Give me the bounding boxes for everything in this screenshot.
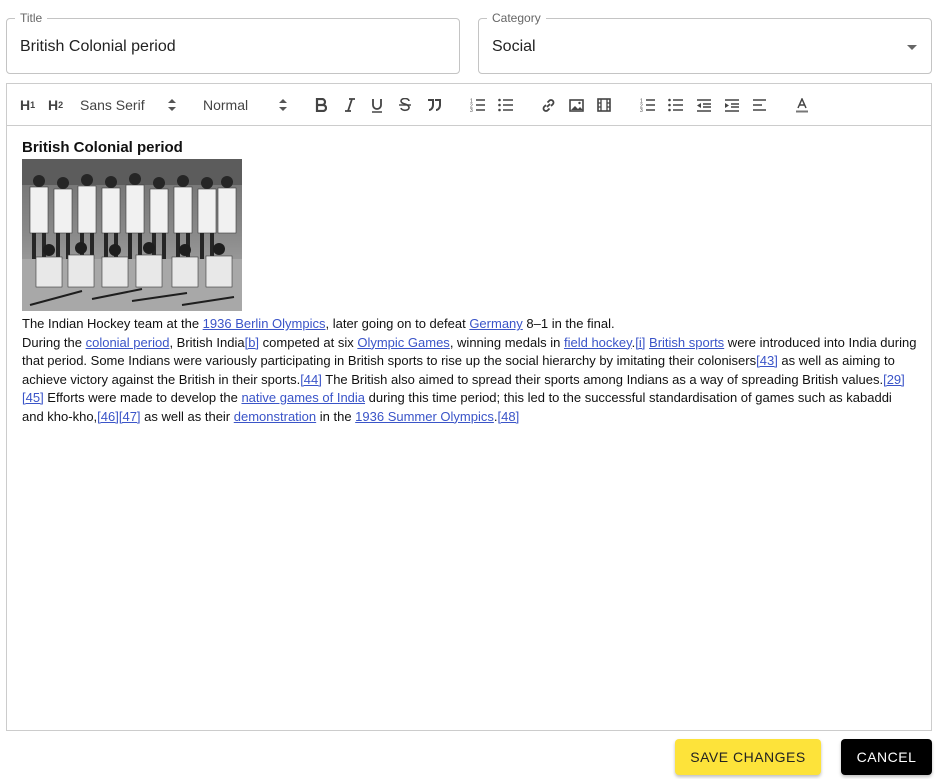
ref-46[interactable]: [46] bbox=[97, 409, 119, 424]
outdent-icon[interactable] bbox=[695, 95, 711, 115]
heading2-button[interactable]: H2 bbox=[48, 95, 63, 115]
link-1936-summer-olympics[interactable]: 1936 Summer Olympics bbox=[355, 409, 494, 424]
link-germany[interactable]: Germany bbox=[469, 316, 522, 331]
title-input[interactable]: British Colonial period bbox=[20, 38, 176, 56]
align-left-icon[interactable] bbox=[751, 95, 767, 115]
rich-text-editor[interactable]: H1 H2 Sans Serif Normal 123 1 2 3 Britis… bbox=[6, 83, 932, 731]
link-1936-berlin-olympics[interactable]: 1936 Berlin Olympics bbox=[203, 316, 326, 331]
category-label: Category bbox=[487, 11, 546, 25]
ref-47[interactable]: [47] bbox=[119, 409, 141, 424]
ref-45[interactable]: [45] bbox=[22, 390, 44, 405]
heading1-button[interactable]: H1 bbox=[20, 95, 35, 115]
hockey-team-photo bbox=[22, 159, 242, 311]
ref-44[interactable]: [44] bbox=[300, 372, 322, 387]
ref-b[interactable]: [b] bbox=[245, 335, 259, 350]
ref-29[interactable]: [29] bbox=[883, 372, 905, 387]
image-icon[interactable] bbox=[568, 95, 584, 115]
chevron-down-icon[interactable] bbox=[907, 45, 917, 50]
bullet-list-icon[interactable] bbox=[497, 95, 513, 115]
image-caption: The Indian Hockey team at the 1936 Berli… bbox=[22, 316, 615, 331]
body-paragraph: During the colonial period, British Indi… bbox=[22, 334, 917, 424]
link-field-hockey[interactable]: field hockey bbox=[564, 335, 632, 350]
italic-icon[interactable] bbox=[343, 95, 357, 115]
link-colonial-period[interactable]: colonial period bbox=[86, 335, 170, 350]
title-field[interactable]: Title British Colonial period bbox=[6, 11, 460, 74]
indent-icon[interactable] bbox=[723, 95, 739, 115]
cancel-button[interactable]: CANCEL bbox=[841, 739, 932, 775]
video-icon[interactable] bbox=[596, 95, 612, 115]
font-size-picker[interactable]: Normal bbox=[203, 95, 287, 115]
editor-toolbar: H1 H2 Sans Serif Normal 123 1 2 3 bbox=[7, 84, 931, 126]
ordered-list-icon-2[interactable]: 123 bbox=[639, 95, 655, 115]
link-demonstration[interactable]: demonstration bbox=[234, 409, 316, 424]
link-icon[interactable] bbox=[540, 95, 556, 115]
content-heading: British Colonial period bbox=[22, 139, 183, 156]
title-label: Title bbox=[15, 11, 48, 25]
link-native-games[interactable]: native games of India bbox=[241, 390, 365, 405]
save-changes-button[interactable]: SAVE CHANGES bbox=[675, 739, 821, 775]
svg-text:3: 3 bbox=[640, 108, 643, 112]
underline-icon[interactable] bbox=[370, 95, 384, 115]
ref-43[interactable]: [43] bbox=[756, 353, 778, 368]
text-color-icon[interactable] bbox=[794, 95, 810, 115]
link-olympic-games[interactable]: Olympic Games bbox=[357, 335, 449, 350]
blockquote-icon[interactable] bbox=[426, 95, 442, 115]
ref-i[interactable]: [i] bbox=[635, 335, 645, 350]
font-family-label: Sans Serif bbox=[80, 97, 145, 113]
bold-icon[interactable] bbox=[314, 95, 328, 115]
category-value: Social bbox=[492, 38, 536, 55]
ref-48[interactable]: [48] bbox=[498, 409, 520, 424]
font-size-label: Normal bbox=[203, 97, 249, 113]
bullet-list-icon-2[interactable] bbox=[667, 95, 683, 115]
ordered-list-icon[interactable]: 123 bbox=[469, 95, 485, 115]
link-british-sports[interactable]: British sports bbox=[649, 335, 724, 350]
editor-content[interactable]: British Colonial period The Indian Hocke… bbox=[22, 139, 917, 426]
font-family-picker[interactable]: Sans Serif bbox=[80, 95, 176, 115]
category-select[interactable]: Category Social bbox=[478, 11, 932, 74]
picker-arrows-icon bbox=[168, 99, 176, 111]
picker-arrows-icon bbox=[279, 99, 287, 111]
strikethrough-icon[interactable] bbox=[398, 95, 412, 115]
svg-text:3: 3 bbox=[470, 108, 473, 112]
